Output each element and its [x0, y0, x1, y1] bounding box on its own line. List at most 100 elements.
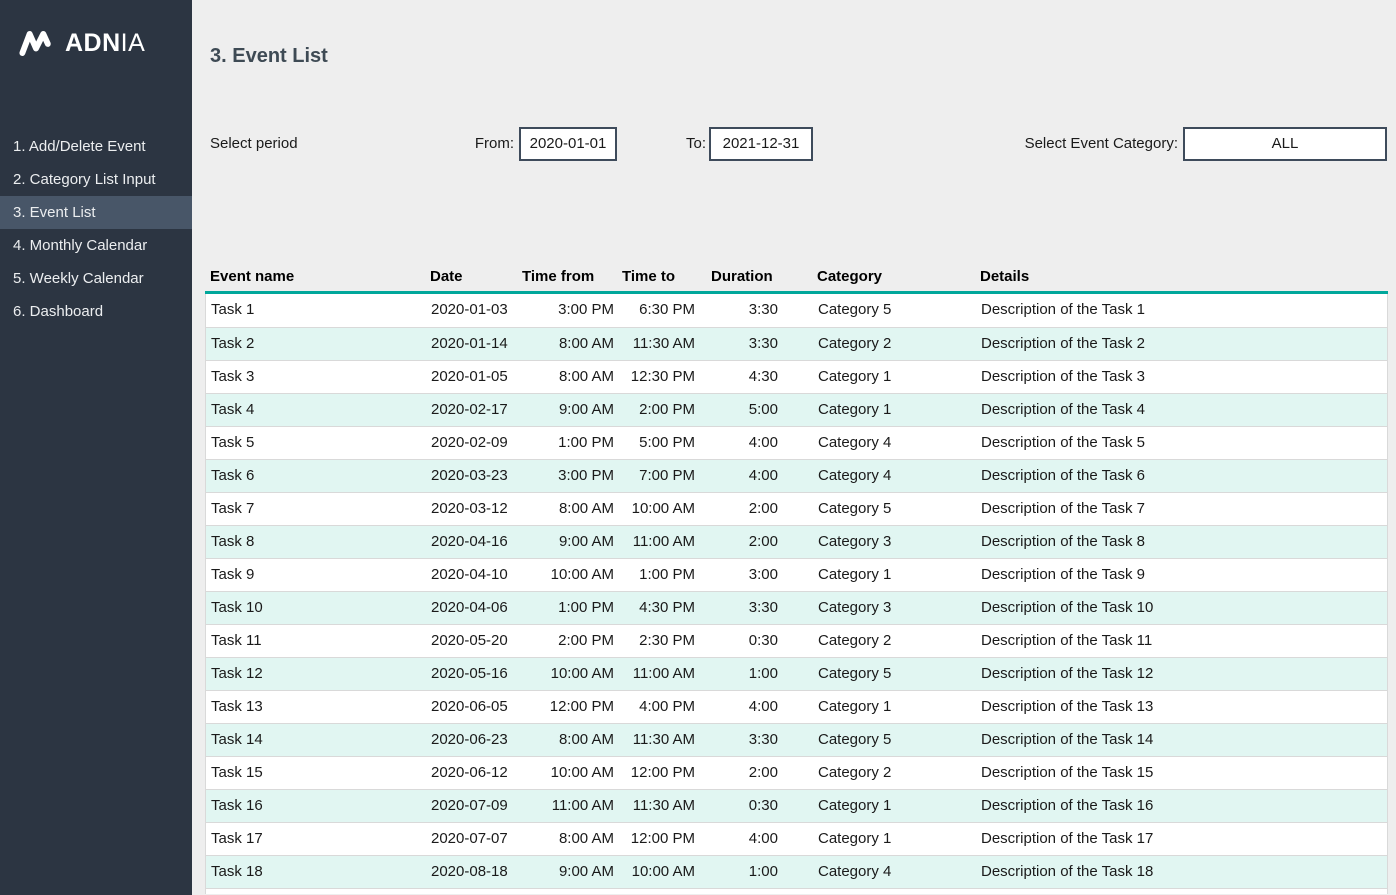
- event-table: Event name Date Time from Time to Durati…: [205, 262, 1388, 894]
- cell-date: 2020-05-20: [431, 625, 518, 657]
- cell-details: Description of the Task 8: [976, 526, 1387, 558]
- cell-date: 2020-05-16: [431, 658, 518, 690]
- cell-time-from: 8:00 AM: [518, 493, 616, 525]
- cell-category: Category 5: [780, 724, 976, 756]
- table-row: Task 132020-06-0512:00 PM4:00 PM4:00Cate…: [206, 690, 1387, 723]
- sidebar-item-dashboard[interactable]: 6. Dashboard: [0, 295, 192, 328]
- cell-duration: 1:00: [700, 658, 780, 690]
- cell-time-from: 8:00 AM: [518, 328, 616, 360]
- cell-duration: 2:00: [700, 757, 780, 789]
- cell-time-to: 6:30 PM: [616, 294, 700, 327]
- cell-date: 2020-02-09: [431, 427, 518, 459]
- cell-time-from: 8:00 AM: [518, 823, 616, 855]
- cell-category: Category 3: [780, 592, 976, 624]
- cell-date: 2020-07-07: [431, 823, 518, 855]
- cell-time-from: 12:00 PM: [518, 691, 616, 723]
- cell-duration: 4:00: [700, 427, 780, 459]
- cell-event-name: Task 12: [206, 658, 431, 690]
- sidebar-item-add-delete-event[interactable]: 1. Add/Delete Event: [0, 130, 192, 163]
- cell-time-to: 5:00 PM: [616, 427, 700, 459]
- cell-duration: 0:30: [700, 790, 780, 822]
- category-filter-label: Select Event Category:: [892, 127, 1178, 161]
- cell-event-name: Task 13: [206, 691, 431, 723]
- logo: ADNIA: [16, 26, 145, 60]
- cell-category: Category 1: [780, 394, 976, 426]
- category-filter-input[interactable]: ALL: [1183, 127, 1387, 161]
- cell-details: Description of the Task 17: [976, 823, 1387, 855]
- column-header-time-to: Time to: [615, 262, 699, 291]
- cell-category: Category 4: [780, 460, 976, 492]
- sidebar-item-monthly-calendar[interactable]: 4. Monthly Calendar: [0, 229, 192, 262]
- cell-event-name: Task 10: [206, 592, 431, 624]
- cell-time-from: 8:00 AM: [518, 361, 616, 393]
- cell-category: Category 3: [780, 526, 976, 558]
- cell-event-name: Task 5: [206, 427, 431, 459]
- sidebar-item-event-list[interactable]: 3. Event List: [0, 196, 192, 229]
- cell-date: 2020-04-06: [431, 592, 518, 624]
- table-row: Task 122020-05-1610:00 AM11:00 AM1:00Cat…: [206, 657, 1387, 690]
- cell-time-to: 4:00 PM: [616, 691, 700, 723]
- table-row: Task 12020-01-033:00 PM6:30 PM3:30Catego…: [206, 294, 1387, 327]
- table-row: Task 72020-03-128:00 AM10:00 AM2:00Categ…: [206, 492, 1387, 525]
- cell-duration: 5:00: [700, 394, 780, 426]
- cell-duration: 4:30: [700, 361, 780, 393]
- cell-time-to: 11:30 AM: [616, 790, 700, 822]
- cell-details: Description of the Task 3: [976, 361, 1387, 393]
- table-row: Task 172020-07-078:00 AM12:00 PM4:00Cate…: [206, 822, 1387, 855]
- cell-time-from: 9:00 AM: [518, 856, 616, 888]
- cell-category: Category 5: [780, 658, 976, 690]
- cell-details: Description of the Task 18: [976, 856, 1387, 888]
- cell-details: Description of the Task 10: [976, 592, 1387, 624]
- cell-category: Category 4: [780, 427, 976, 459]
- cell-duration: 3:30: [700, 592, 780, 624]
- cell-event-name: Task 9: [206, 559, 431, 591]
- cell-time-to: 10:00 AM: [616, 856, 700, 888]
- table-row: Task 142020-06-238:00 AM11:30 AM3:30Cate…: [206, 723, 1387, 756]
- cell-date: 2020-01-05: [431, 361, 518, 393]
- column-header-event-name: Event name: [205, 262, 430, 291]
- table-row: Task 42020-02-179:00 AM2:00 PM5:00Catego…: [206, 393, 1387, 426]
- sidebar-item-weekly-calendar[interactable]: 5. Weekly Calendar: [0, 262, 192, 295]
- cell-event-name: Task 17: [206, 823, 431, 855]
- cell-time-to: 11:30 AM: [616, 328, 700, 360]
- cell-duration: 0:30: [700, 625, 780, 657]
- cell-date: 2020-06-05: [431, 691, 518, 723]
- table-row: Task 102020-04-061:00 PM4:30 PM3:30Categ…: [206, 591, 1387, 624]
- cell-details: Description of the Task 11: [976, 625, 1387, 657]
- cell-duration: 3:00: [700, 559, 780, 591]
- column-header-date: Date: [430, 262, 517, 291]
- to-date-input[interactable]: 2021-12-31: [709, 127, 813, 161]
- from-label: From:: [422, 127, 514, 161]
- table-row-partial: [206, 888, 1387, 894]
- cell-category: Category 4: [780, 856, 976, 888]
- cell-time-to: 12:30 PM: [616, 361, 700, 393]
- cell-category: Category 2: [780, 328, 976, 360]
- cell-date: 2020-03-23: [431, 460, 518, 492]
- brand-text-bold: ADN: [65, 29, 121, 57]
- cell-time-to: 1:00 PM: [616, 559, 700, 591]
- cell-details: Description of the Task 16: [976, 790, 1387, 822]
- event-table-header: Event name Date Time from Time to Durati…: [205, 262, 1388, 294]
- filter-bar: Select period From: 2020-01-01 To: 2021-…: [192, 127, 1396, 161]
- app-window: ADNIA 1. Add/Delete Event 2. Category Li…: [0, 0, 1396, 895]
- brand-text: ADNIA: [65, 29, 145, 58]
- cell-category: Category 5: [780, 493, 976, 525]
- cell-duration: 4:00: [700, 691, 780, 723]
- cell-time-from: 3:00 PM: [518, 294, 616, 327]
- cell-duration: 2:00: [700, 493, 780, 525]
- cell-time-from: 1:00 PM: [518, 427, 616, 459]
- table-row: Task 22020-01-148:00 AM11:30 AM3:30Categ…: [206, 327, 1387, 360]
- sidebar-item-category-list-input[interactable]: 2. Category List Input: [0, 163, 192, 196]
- cell-details: Description of the Task 2: [976, 328, 1387, 360]
- cell-details: Description of the Task 14: [976, 724, 1387, 756]
- cell-event-name: Task 15: [206, 757, 431, 789]
- cell-time-from: 8:00 AM: [518, 724, 616, 756]
- table-row: Task 182020-08-189:00 AM10:00 AM1:00Cate…: [206, 855, 1387, 888]
- cell-category: Category 1: [780, 361, 976, 393]
- from-date-input[interactable]: 2020-01-01: [519, 127, 617, 161]
- cell-event-name: Task 2: [206, 328, 431, 360]
- cell-event-name: Task 11: [206, 625, 431, 657]
- cell-details: Description of the Task 6: [976, 460, 1387, 492]
- cell-event-name: Task 1: [206, 294, 431, 327]
- table-row: Task 82020-04-169:00 AM11:00 AM2:00Categ…: [206, 525, 1387, 558]
